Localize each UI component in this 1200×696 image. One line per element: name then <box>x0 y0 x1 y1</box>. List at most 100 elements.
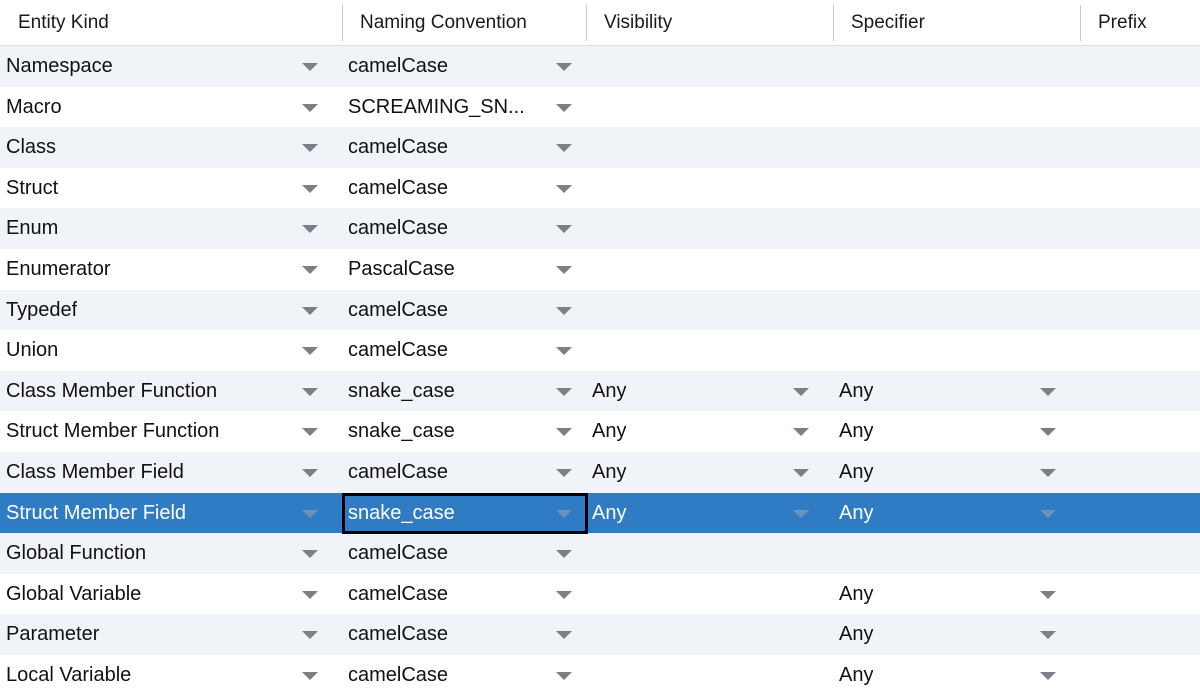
cell-visibility[interactable]: Any <box>586 452 833 492</box>
cell-naming_convention[interactable]: camelCase <box>342 208 586 248</box>
column-header-entity_kind[interactable]: Entity Kind <box>0 0 342 45</box>
chevron-down-icon[interactable] <box>793 509 809 518</box>
cell-entity_kind[interactable]: Global Variable <box>0 574 342 614</box>
cell-entity_kind[interactable]: Struct Member Field <box>0 493 342 533</box>
chevron-down-icon[interactable] <box>556 63 572 71</box>
cell-specifier[interactable]: Any <box>833 574 1080 614</box>
chevron-down-icon[interactable] <box>302 225 318 234</box>
cell-entity_kind[interactable]: Class <box>0 127 342 167</box>
column-header-visibility[interactable]: Visibility <box>586 0 833 45</box>
column-header-naming_convention[interactable]: Naming Convention <box>342 0 586 45</box>
cell-naming_convention[interactable]: snake_case <box>342 493 586 533</box>
chevron-down-icon[interactable] <box>302 590 318 599</box>
cell-entity_kind[interactable]: Namespace <box>0 46 342 86</box>
cell-naming_convention[interactable]: camelCase <box>342 533 586 573</box>
cell-specifier[interactable]: Any <box>833 411 1080 451</box>
chevron-down-icon[interactable] <box>556 184 572 193</box>
column-header-prefix[interactable]: Prefix <box>1080 0 1200 45</box>
chevron-down-icon[interactable] <box>556 469 572 477</box>
cell-naming_convention[interactable]: SCREAMING_SN... <box>342 87 586 127</box>
column-divider-visibility[interactable] <box>586 5 587 41</box>
chevron-down-icon[interactable] <box>556 306 572 315</box>
chevron-down-icon[interactable] <box>556 428 572 437</box>
cell-naming_convention[interactable]: camelCase <box>342 290 586 330</box>
cell-naming_convention[interactable]: snake_case <box>342 411 586 451</box>
chevron-down-icon[interactable] <box>302 184 318 193</box>
chevron-down-icon[interactable] <box>793 428 809 437</box>
chevron-down-icon[interactable] <box>1040 428 1056 437</box>
cell-naming_convention[interactable]: camelCase <box>342 330 586 370</box>
cell-naming_convention[interactable]: camelCase <box>342 452 586 492</box>
chevron-down-icon[interactable] <box>302 428 318 437</box>
cell-entity_kind[interactable]: Typedef <box>0 290 342 330</box>
chevron-down-icon[interactable] <box>1040 631 1056 640</box>
chevron-down-icon[interactable] <box>302 63 318 71</box>
cell-specifier[interactable]: Any <box>833 614 1080 654</box>
cell-entity_kind[interactable]: Union <box>0 330 342 370</box>
chevron-down-icon[interactable] <box>556 631 572 640</box>
table-row[interactable]: Enum camelCase <box>0 208 1200 250</box>
cell-naming_convention[interactable]: camelCase <box>342 46 586 86</box>
chevron-down-icon[interactable] <box>302 469 318 477</box>
chevron-down-icon[interactable] <box>302 387 318 396</box>
chevron-down-icon[interactable] <box>793 469 809 477</box>
cell-entity_kind[interactable]: Local Variable <box>0 655 342 695</box>
chevron-down-icon[interactable] <box>556 103 572 112</box>
chevron-down-icon[interactable] <box>1040 469 1056 477</box>
cell-naming_convention[interactable]: camelCase <box>342 614 586 654</box>
chevron-down-icon[interactable] <box>302 672 318 680</box>
chevron-down-icon[interactable] <box>1040 509 1056 518</box>
cell-naming_convention[interactable]: PascalCase <box>342 249 586 289</box>
table-row[interactable]: Global Variable camelCase Any <box>0 573 1200 615</box>
cell-naming_convention[interactable]: camelCase <box>342 127 586 167</box>
cell-specifier[interactable]: Any <box>833 655 1080 695</box>
cell-naming_convention[interactable]: camelCase <box>342 574 586 614</box>
chevron-down-icon[interactable] <box>302 306 318 315</box>
chevron-down-icon[interactable] <box>556 225 572 234</box>
table-row[interactable]: Class Member Field camelCase Any Any <box>0 452 1200 493</box>
cell-entity_kind[interactable]: Enumerator <box>0 249 342 289</box>
chevron-down-icon[interactable] <box>556 590 572 599</box>
column-divider-specifier[interactable] <box>833 5 834 41</box>
cell-visibility[interactable]: Any <box>586 411 833 451</box>
cell-entity_kind[interactable]: Global Function <box>0 533 342 573</box>
chevron-down-icon[interactable] <box>1040 672 1056 680</box>
chevron-down-icon[interactable] <box>556 387 572 396</box>
cell-naming_convention[interactable]: camelCase <box>342 168 586 208</box>
chevron-down-icon[interactable] <box>556 144 572 153</box>
chevron-down-icon[interactable] <box>302 550 318 559</box>
cell-entity_kind[interactable]: Macro <box>0 87 342 127</box>
cell-visibility[interactable]: Any <box>586 493 833 533</box>
chevron-down-icon[interactable] <box>556 550 572 559</box>
column-divider-prefix[interactable] <box>1080 5 1081 41</box>
table-row[interactable]: Parameter camelCase Any <box>0 614 1200 656</box>
chevron-down-icon[interactable] <box>302 266 318 274</box>
chevron-down-icon[interactable] <box>302 631 318 640</box>
chevron-down-icon[interactable] <box>1040 387 1056 396</box>
chevron-down-icon[interactable] <box>302 509 318 518</box>
cell-visibility[interactable]: Any <box>586 371 833 411</box>
table-row[interactable]: Typedef camelCase <box>0 289 1200 331</box>
table-row[interactable]: Class camelCase <box>0 127 1200 169</box>
cell-specifier[interactable]: Any <box>833 371 1080 411</box>
cell-entity_kind[interactable]: Class Member Field <box>0 452 342 492</box>
chevron-down-icon[interactable] <box>556 509 572 518</box>
column-header-specifier[interactable]: Specifier <box>833 0 1080 45</box>
chevron-down-icon[interactable] <box>556 672 572 680</box>
table-row[interactable]: Struct camelCase <box>0 167 1200 209</box>
chevron-down-icon[interactable] <box>302 347 318 356</box>
table-row[interactable]: Union camelCase <box>0 330 1200 372</box>
table-row[interactable]: Global Function camelCase <box>0 533 1200 575</box>
chevron-down-icon[interactable] <box>556 266 572 274</box>
table-row[interactable]: Macro SCREAMING_SN... <box>0 86 1200 128</box>
cell-entity_kind[interactable]: Parameter <box>0 614 342 654</box>
cell-entity_kind[interactable]: Struct Member Function <box>0 411 342 451</box>
chevron-down-icon[interactable] <box>556 347 572 356</box>
chevron-down-icon[interactable] <box>302 103 318 112</box>
cell-naming_convention[interactable]: snake_case <box>342 371 586 411</box>
chevron-down-icon[interactable] <box>793 387 809 396</box>
table-row[interactable]: Namespace camelCase <box>0 46 1200 87</box>
cell-naming_convention[interactable]: camelCase <box>342 655 586 695</box>
column-divider-naming_convention[interactable] <box>342 5 343 41</box>
cell-specifier[interactable]: Any <box>833 493 1080 533</box>
